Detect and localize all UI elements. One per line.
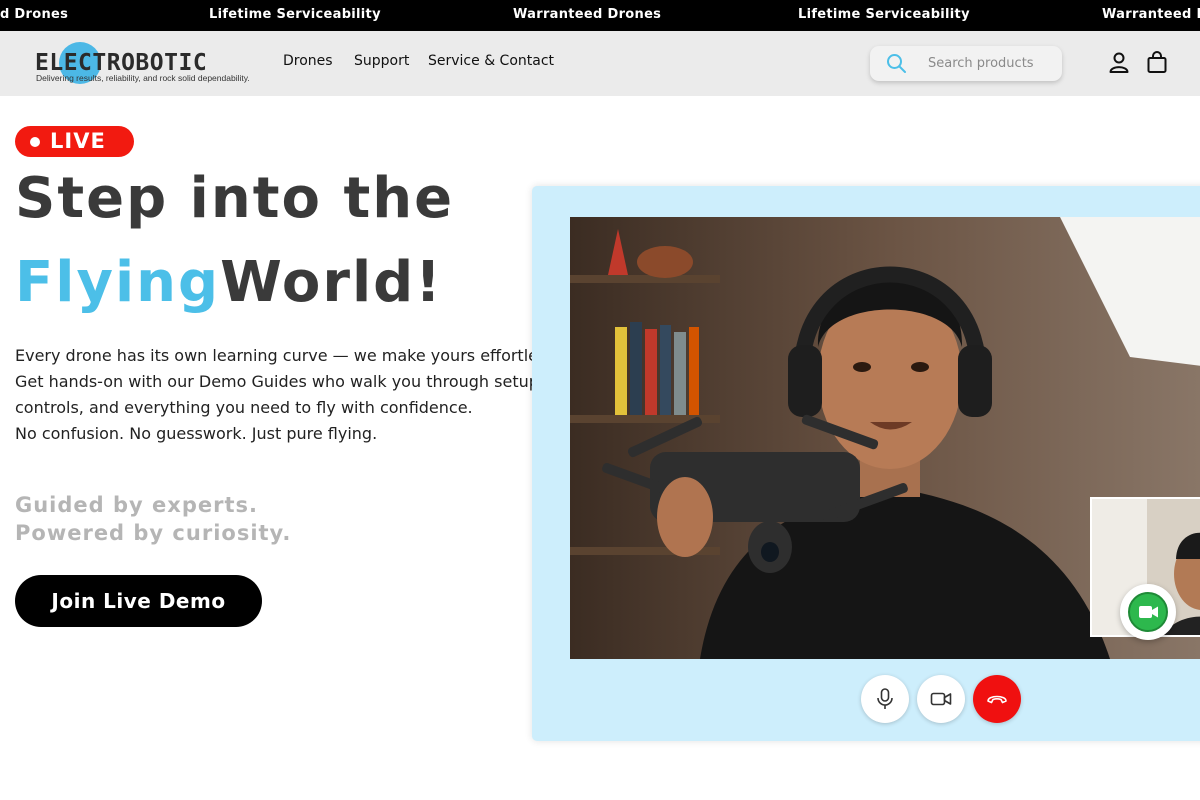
description-line: Get hands-on with our Demo Guides who wa… xyxy=(15,372,544,391)
search-box[interactable] xyxy=(870,46,1062,81)
hero-title-accent: Flying xyxy=(15,250,221,315)
subtitle-line: Guided by experts. xyxy=(15,493,258,517)
video-chat-widget-button[interactable] xyxy=(1120,584,1176,640)
account-icon[interactable] xyxy=(1107,50,1131,74)
hero-title-line1: Step into the xyxy=(15,166,455,231)
video-chat-icon-circle xyxy=(1128,592,1168,632)
end-call-icon xyxy=(987,695,1007,704)
video-camera-icon xyxy=(930,692,952,706)
hero-subtitle: Guided by experts. Powered by curiosity. xyxy=(15,491,291,547)
live-badge: LIVE xyxy=(15,126,134,157)
announcement-item: Lifetime Serviceability xyxy=(798,7,970,22)
announcement-item: Lifetime Serviceability xyxy=(209,7,381,22)
toggle-camera-button[interactable] xyxy=(917,675,965,723)
hero-title-line2: FlyingWorld! xyxy=(15,250,443,315)
nav-drones[interactable]: Drones xyxy=(283,53,333,69)
hero-description: Every drone has its own learning curve —… xyxy=(15,343,595,447)
video-chat-icon xyxy=(1139,606,1158,618)
join-live-demo-button[interactable]: Join Live Demo xyxy=(15,575,262,627)
live-dot-icon xyxy=(30,137,40,147)
site-header: ELECTROBOTIC Delivering results, reliabi… xyxy=(0,31,1200,96)
hero-title-rest: World! xyxy=(220,250,443,315)
cart-bag-icon[interactable] xyxy=(1145,50,1169,74)
description-line: controls, and everything you need to fly… xyxy=(15,398,473,417)
announcement-item: Warranteed D xyxy=(1102,7,1200,22)
nav-service-contact[interactable]: Service & Contact xyxy=(428,53,554,69)
mute-microphone-button[interactable] xyxy=(861,675,909,723)
brand-logo[interactable]: ELECTROBOTIC Delivering results, reliabi… xyxy=(35,41,250,85)
live-label: LIVE xyxy=(50,129,106,153)
brand-tagline: Delivering results, reliability, and roc… xyxy=(36,73,250,83)
nav-support[interactable]: Support xyxy=(354,53,409,69)
subtitle-line: Powered by curiosity. xyxy=(15,521,292,545)
description-line: Every drone has its own learning curve —… xyxy=(15,346,560,365)
search-icon[interactable] xyxy=(886,53,906,73)
announcement-bar: d Drones Lifetime Serviceability Warrant… xyxy=(0,0,1200,31)
announcement-item: d Drones xyxy=(0,7,69,22)
microphone-icon xyxy=(877,688,893,709)
end-call-button[interactable] xyxy=(973,675,1021,723)
announcement-item: Warranteed Drones xyxy=(513,7,662,22)
description-line: No confusion. No guesswork. Just pure fl… xyxy=(15,424,378,443)
search-input[interactable] xyxy=(928,46,1058,81)
